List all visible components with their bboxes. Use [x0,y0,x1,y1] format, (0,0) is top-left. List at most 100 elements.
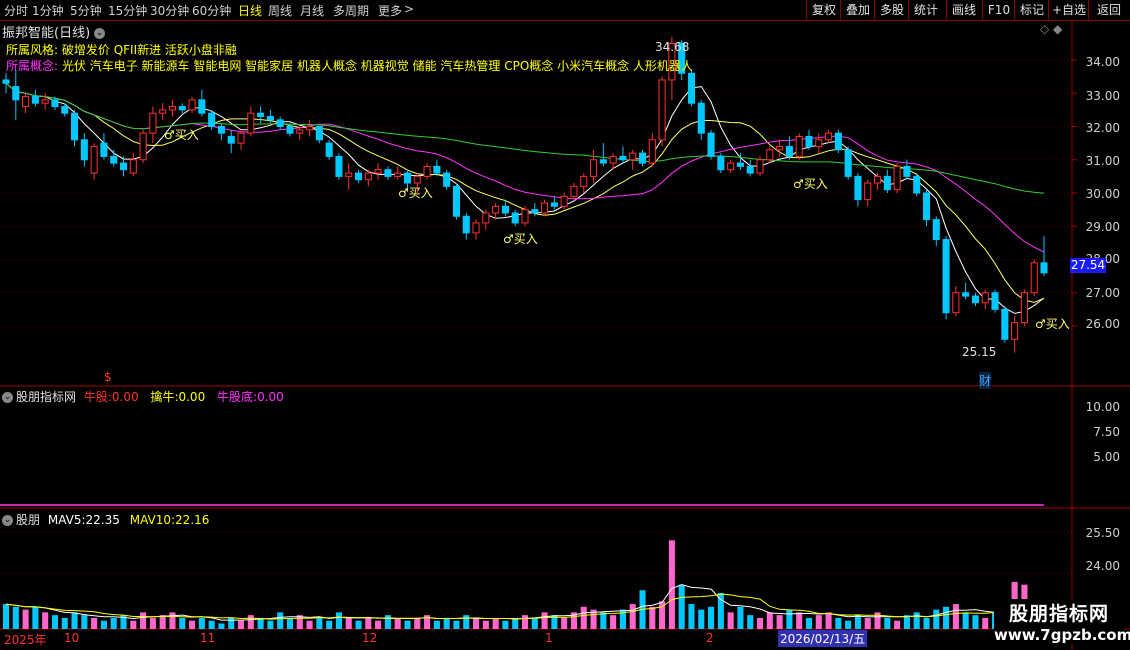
candle-body [590,159,598,177]
indicator1-v2: 0.00 [178,390,206,404]
price-axis-32: 32.00 [1085,121,1120,135]
volume-bar [933,609,940,629]
candle-body [159,109,167,114]
candle-body [521,209,529,224]
candle-body [629,152,637,161]
indicator1-header: ⌄ 股朋指标网 牛股:0.00 擒牛:0.00 牛股底:0.00 [2,388,284,405]
indicator2-k2: MAV10: [129,513,176,527]
candle-body [296,129,304,134]
buy-signal-4: ♂买入 [793,177,828,191]
watermark: 股朋指标网 www.7gpzb.com [994,599,1130,644]
candle-body [873,175,882,184]
diamond-icon[interactable]: ◇ ◆ [1040,22,1062,36]
candle-body [531,209,539,214]
candle-body [178,106,186,111]
chevron-down-icon[interactable]: ⌄ [94,28,106,39]
candle-body [443,172,451,187]
candle-body [227,135,235,144]
candle-body [208,112,216,127]
candle-body [844,149,852,177]
candle-body [1030,262,1038,294]
candle-body [266,116,274,121]
volume-bar [179,617,186,629]
buy-signal-2: ♂买入 [398,186,433,200]
volume-bar [326,620,333,629]
volume-bar [678,584,685,629]
candle-body [727,162,735,171]
volume-bar [982,617,989,629]
volume-bar [629,604,636,629]
indicator2-v1: 22.35 [85,513,120,527]
price-axis-30: 30.00 [1085,187,1120,201]
finance-marker[interactable]: 财 [979,372,992,389]
date-label-2: 2 [706,631,714,645]
indicator2-header: ⌄ 股朋 MAV5:22.35 MAV10:22.16 [2,511,209,528]
candle-body [1001,308,1009,340]
volume-bar [962,612,969,629]
volume-bar [473,617,480,629]
candle-body [413,175,421,184]
candle-body [854,175,862,201]
volume-bar [688,604,695,629]
candle-body [1011,322,1019,340]
candle-body [482,212,490,224]
candle-body [922,192,931,221]
volume-bar [306,620,313,629]
volume-bar [394,617,401,629]
ind1-axis-7.5: 7.50 [1093,425,1120,439]
volume-bar [316,617,323,629]
candle-body [805,135,813,147]
candle-body [717,155,725,171]
candle-body [609,155,617,164]
volume-bar [845,620,852,629]
volume-bar [404,620,411,629]
chevron-down-icon[interactable]: ⌄ [2,515,13,526]
chevron-down-icon[interactable]: ⌄ [2,392,13,403]
volume-bar [492,617,499,629]
candle-body [237,132,245,144]
volume-bar [815,615,822,629]
ind2-axis-25.5: 25.50 [1085,526,1120,540]
candle-body [913,175,921,194]
candle-body [129,159,137,174]
stock-title-text: 振邦智能(日线) [2,26,91,41]
volume-bar [913,612,920,629]
candle-body [756,159,764,174]
volume-bar [12,606,19,629]
candle-body [1040,262,1048,274]
date-cursor-label: 2026/02/13/五 [778,630,868,647]
candle-body [766,149,774,161]
price-axis-31: 31.00 [1085,154,1120,168]
indicator1-k3: 牛股底: [217,390,258,404]
candle-body [952,292,960,314]
concept-value: 光伏 汽车电子 新能源车 智能电网 智能家居 机器人概念 机器视觉 储能 汽车热… [61,59,693,73]
price-axis-29: 29.00 [1085,220,1120,234]
candle-body [707,132,715,157]
volume-bar [708,606,715,629]
volume-bar [159,615,166,629]
date-label-12: 12 [362,631,378,645]
candle-body [71,112,79,141]
indicator2-k1: MAV5: [47,513,86,527]
volume-bar [414,617,421,629]
buy-signal-3: ♂买入 [503,232,538,246]
ma5-line [5,82,1045,314]
candle-body [2,79,10,84]
price-axis-26: 26.00 [1085,317,1120,331]
candle-body [149,112,157,134]
low-price-label: 25.15 [962,345,997,359]
ind1-axis-10: 10.00 [1085,400,1120,414]
candle-body [80,139,88,161]
candle-body [394,172,402,177]
candle-body [41,99,49,104]
volume-bar [208,620,215,629]
candle-body [306,126,314,131]
candle-body [776,145,784,151]
buy-signal-5: ♂买入 [1035,317,1070,331]
candle-body [403,172,412,184]
volume-bar [277,612,284,629]
volume-bar [502,620,509,629]
candle-body [971,295,979,304]
volume-bar [580,606,587,629]
kline-chart[interactable] [0,0,1130,650]
